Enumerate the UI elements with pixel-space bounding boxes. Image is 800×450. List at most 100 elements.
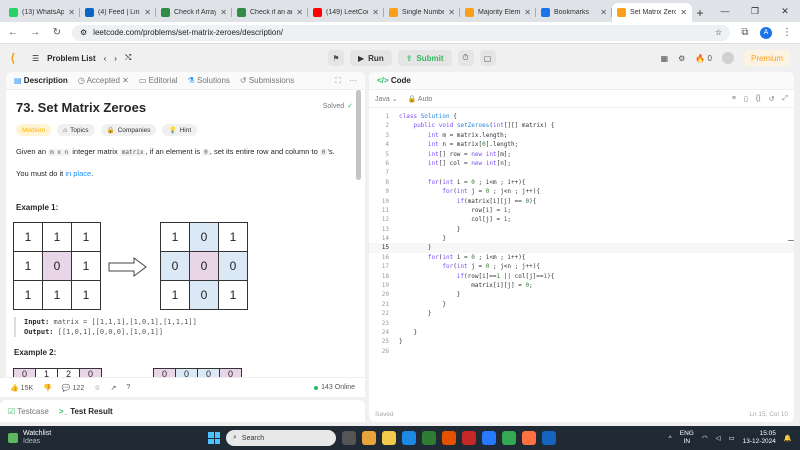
user-avatar[interactable] (721, 52, 734, 64)
close-tab-icon[interactable]: ✕ (122, 76, 129, 85)
tab-close-icon[interactable]: ✕ (296, 8, 303, 17)
browser-tab[interactable]: Single Number ✕ (384, 3, 460, 22)
premium-button[interactable]: Premium (743, 50, 790, 66)
tab-close-icon[interactable]: ✕ (220, 8, 227, 17)
tab-solutions[interactable]: ⚗ Solutions (188, 76, 230, 85)
store-icon[interactable] (442, 431, 456, 445)
browser-tab[interactable]: (149) LeetCode ✕ (308, 3, 384, 22)
share-icon[interactable]: ↗ (111, 384, 117, 392)
widgets-button[interactable]: Watchlist Ideas (8, 430, 51, 446)
vscode-icon[interactable] (482, 431, 496, 445)
chrome-icon[interactable] (502, 431, 516, 445)
edge-icon[interactable] (402, 431, 416, 445)
browser-tab[interactable]: Check if an array✕ (232, 3, 308, 22)
task-view-icon[interactable] (342, 431, 356, 445)
extensions-icon[interactable]: ⧉ (738, 27, 752, 38)
url-input[interactable]: ⚙ leetcode.com/problems/set-matrix-zeroe… (72, 24, 730, 41)
photos-icon[interactable] (422, 431, 436, 445)
hint-chip[interactable]: 💡 Hint (162, 124, 198, 136)
reload-icon[interactable]: ↻ (50, 27, 64, 38)
timer-icon[interactable]: ⏱ (457, 50, 474, 66)
site-info-icon[interactable]: ⚙ (80, 28, 87, 37)
browser-tab[interactable]: (13) WhatsApp ✕ (4, 3, 80, 22)
companies-chip[interactable]: 🔒 Companies (100, 124, 157, 136)
dislike-icon[interactable]: 👎 (43, 384, 52, 392)
windows-start-icon[interactable] (208, 432, 220, 444)
maximize-icon[interactable]: ❐ (740, 0, 770, 22)
settings-icon[interactable]: ⚙ (678, 54, 685, 63)
like-button[interactable]: 👍 15K (10, 384, 33, 392)
bookmark-star-icon[interactable]: ☆ (715, 28, 722, 37)
debug-icon[interactable]: ⚑ (328, 50, 344, 66)
notifications-icon[interactable]: 🔔 (784, 434, 792, 442)
topics-chip[interactable]: ⌂ Topics (57, 124, 95, 136)
tab-submissions[interactable]: ↺ Submissions (240, 76, 294, 85)
tab-close-icon[interactable]: ✕ (524, 8, 531, 17)
format-icon[interactable]: ≡ (732, 95, 736, 103)
battery-icon[interactable]: ▭ (729, 434, 735, 442)
prev-problem-icon[interactable]: ‹ (104, 54, 107, 63)
tab-close-icon[interactable]: ✕ (144, 8, 151, 17)
leetcode-logo-icon[interactable]: ⟨ (10, 51, 22, 65)
code-tab[interactable]: </> Code (377, 76, 411, 85)
tab-close-icon[interactable]: ✕ (448, 8, 455, 17)
next-problem-icon[interactable]: › (114, 54, 117, 63)
help-icon[interactable]: ? (126, 384, 130, 391)
comments-button[interactable]: 💬 122 (62, 384, 84, 392)
random-problem-icon[interactable]: ⤭ (125, 53, 131, 63)
problem-title[interactable]: 73. Set Matrix Zeroes (16, 100, 355, 115)
description-scrollbar[interactable] (356, 90, 361, 180)
browser-tab[interactable]: Set Matrix Zeroes✕ (612, 3, 692, 22)
maximize-panel-icon[interactable]: ⛶ (335, 76, 341, 86)
braces-icon[interactable]: {} (756, 95, 761, 103)
problem-list-link[interactable]: Problem List (47, 54, 95, 63)
browser-tab[interactable]: (4) Feed | LinkedIn ✕ (80, 3, 156, 22)
browser-menu-icon[interactable]: ⋮ (780, 27, 794, 38)
tab-close-icon[interactable]: ✕ (600, 8, 607, 17)
word-icon[interactable] (542, 431, 556, 445)
forward-icon[interactable]: → (28, 27, 42, 38)
tab-testcase[interactable]: ☑ Testcase (8, 407, 49, 416)
copilot-icon[interactable] (362, 431, 376, 445)
fullscreen-icon[interactable]: ⤢ (782, 95, 788, 103)
reset-icon[interactable]: ↺ (769, 95, 775, 103)
submit-button[interactable]: ⇪ Submit (397, 50, 452, 66)
brave-icon[interactable] (522, 431, 536, 445)
problem-list-icon[interactable]: ☰ (32, 54, 39, 63)
tab-editorial[interactable]: ▭ Editorial (139, 76, 178, 85)
streak-counter[interactable]: 🔥 0 (695, 54, 712, 63)
code-editor[interactable]: 1 class Solution {2 public void setZeroes… (369, 108, 794, 398)
more-icon[interactable]: ⋯ (349, 76, 357, 86)
notes-icon[interactable]: ▢ (479, 50, 496, 66)
tray-chevron-icon[interactable]: ^ (669, 435, 672, 442)
bookmark-icon[interactable]: ▯ (744, 95, 748, 103)
close-icon[interactable]: ✕ (770, 0, 800, 22)
language-indicator[interactable]: ENG IN (680, 430, 694, 446)
autocomplete-mode[interactable]: 🔒 Auto (408, 95, 433, 103)
in-place-link[interactable]: in place (65, 169, 91, 178)
tab-close-icon[interactable]: ✕ (680, 8, 687, 17)
tab-close-icon[interactable]: ✕ (372, 8, 379, 17)
browser-tab[interactable]: Majority Element✕ (460, 3, 536, 22)
volume-icon[interactable]: ◁ (716, 434, 721, 442)
tab-accepted[interactable]: ◷ Accepted ✕ (78, 76, 129, 85)
tab-description[interactable]: ▤ Description (14, 76, 68, 85)
back-icon[interactable]: ← (6, 27, 20, 38)
favorite-icon[interactable]: ☆ (94, 384, 100, 392)
mode-label: Auto (417, 95, 433, 103)
profile-avatar[interactable]: A (760, 26, 772, 39)
clock[interactable]: 15:05 13-12-2024 (743, 430, 776, 446)
tab-close-icon[interactable]: ✕ (68, 8, 75, 17)
run-button[interactable]: ▶ Run (350, 50, 392, 66)
layout-grid-icon[interactable]: ▦ (661, 54, 669, 63)
tab-test-result[interactable]: >_ Test Result (59, 407, 113, 416)
language-select[interactable]: Java ⌄ (375, 95, 398, 103)
browser-tab[interactable]: Check if Array ✕ (156, 3, 232, 22)
taskbar-search[interactable]: ⌕ Search (226, 430, 336, 446)
mcafee-icon[interactable] (462, 431, 476, 445)
file-explorer-icon[interactable] (382, 431, 396, 445)
minimize-icon[interactable]: — (710, 0, 740, 22)
new-tab-button[interactable]: + (692, 3, 708, 22)
wifi-icon[interactable]: ◠ (702, 434, 708, 442)
browser-tab[interactable]: Bookmarks ✕ (536, 3, 612, 22)
